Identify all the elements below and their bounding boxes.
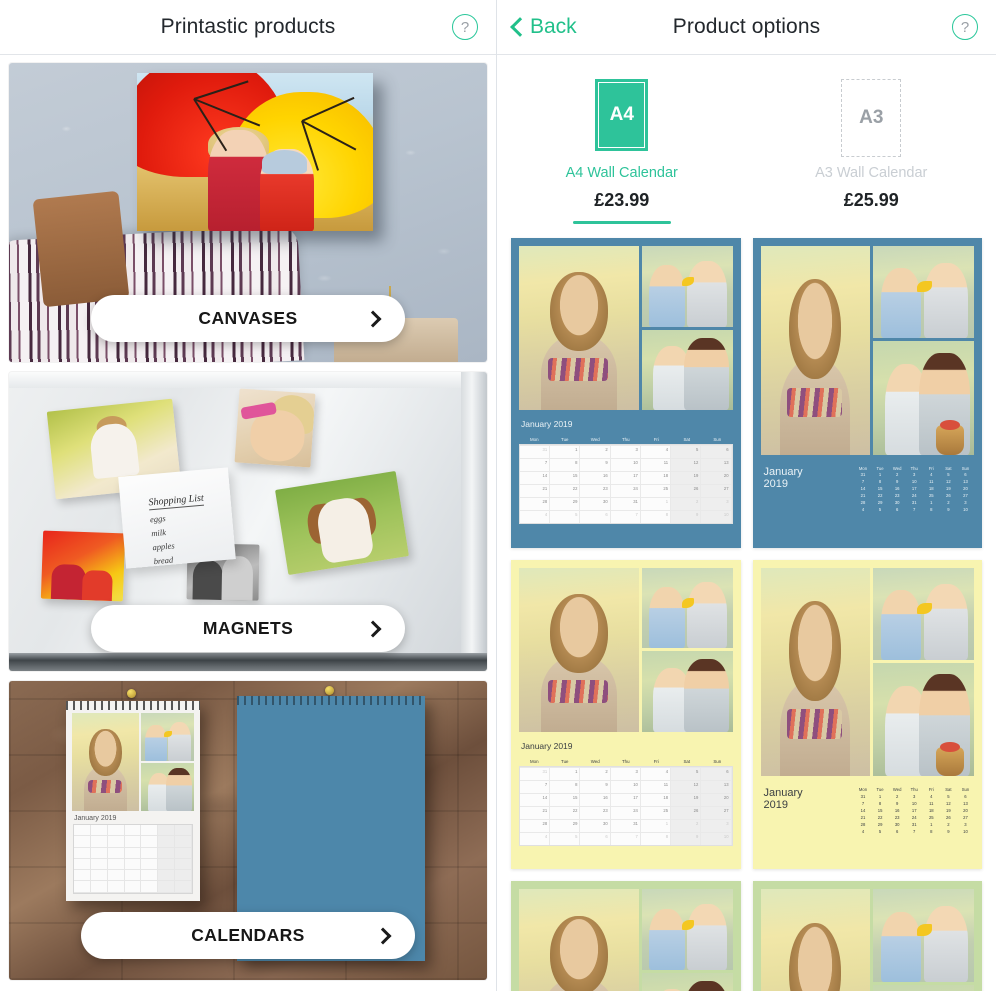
weekday-header: Mon [529,759,539,765]
weekday-header: Fri [653,759,659,765]
magnet-photo-2 [234,388,316,468]
chevron-right-icon [374,927,392,944]
weekday-header: Sat [683,437,691,443]
calendars-button-label: CALENDARS [191,925,305,945]
nail-graphic [325,686,334,695]
template-month-label: January [763,465,803,478]
template-thumbnail[interactable]: January 2019 Mon Tue Wed Thu Fri Sat Sun 31 1 2 3… [752,559,982,870]
a4-swatch: A4 [595,79,649,151]
product-card-magnets[interactable]: Shopping List eggs milk apples bread MAG… [9,372,487,671]
template-grid: January 2019 Mon Tue Wed Thu Fri Sat Sun… [497,238,996,991]
a3-swatch: A3 [841,79,902,157]
product-options-panel: Back Product options ? A4 A4 Wall Calend… [497,0,996,991]
selected-tab-indicator [572,220,671,224]
product-card-canvases[interactable]: CANVASES [9,63,487,362]
magnet-photo-4 [40,530,126,602]
sofa-cushion-graphic [32,190,130,307]
weekday-header: Tue [561,437,569,443]
calendars-button[interactable]: CALENDARS [81,912,415,959]
magnet-photo-3 [275,470,409,576]
app-root: Printastic products ? CANVASES Shopping … [0,0,996,991]
wall-calendar-white-graphic: January 2019 [66,701,200,901]
a3-option-name: A3 Wall Calendar [815,165,928,181]
template-thumbnail[interactable]: January 2019 [511,881,741,991]
products-list: CANVASES Shopping List eggs milk apples … [0,55,496,980]
size-option-a4[interactable]: A4 A4 Wall Calendar £23.99 [497,79,747,224]
weekday-header: Thu [621,759,630,765]
template-month-label: January 2019 [521,741,573,752]
template-month-grid: 31 1 2 3 4 5 6 7 8 9 10 11 12 13 14 15 16 17 18 19 20 21 22… [519,444,733,525]
template-month-label: January 2019 [521,419,573,430]
template-thumbnail[interactable]: January 2019 Mon Tue Wed Thu Fri Sat Sun… [511,238,741,548]
wall-calendar-month-label: January 2019 [74,815,117,822]
a4-option-price: £23.99 [594,190,650,210]
size-option-a3[interactable]: A3 A3 Wall Calendar £25.99 [747,79,996,211]
weekday-header: Wed [590,759,600,765]
weekday-header: Wed [590,437,600,443]
size-option-tabs: A4 A4 Wall Calendar £23.99 A3 A3 Wall Ca… [497,55,996,224]
template-thumbnail[interactable]: January 2019 Mon Tue Wed Thu Fri Sat Sun… [511,559,741,870]
weekday-header: Thu [621,437,630,443]
template-year-label: 2019 [763,799,788,812]
chevron-right-icon [364,310,382,327]
weekday-header: Tue [561,759,569,765]
template-thumbnail[interactable]: January 2019 [752,881,982,991]
product-card-calendars[interactable]: January 2019 January 20 [9,681,487,980]
options-header: Back Product options ? [497,0,996,55]
template-thumbnail[interactable]: January 2019 Mon Tue Wed Thu Fri Sat Sun 31 1 2 3… [752,238,982,548]
weekday-header: Sun [713,759,722,765]
weekday-header: Mon [529,437,539,443]
a4-option-name: A4 Wall Calendar [565,165,678,181]
template-year-label: 2019 [763,477,788,490]
weekday-header: Sat [683,759,691,765]
magnets-button-label: MAGNETS [202,618,294,638]
nail-graphic [127,689,136,698]
note-title: Shopping List [148,492,205,511]
products-panel: Printastic products ? CANVASES Shopping … [0,0,497,991]
help-icon[interactable]: ? [452,14,478,40]
canvases-button-label: CANVASES [198,308,298,328]
template-month-label: January [763,787,803,800]
weekday-header: Fri [653,437,659,443]
chevron-left-icon [511,17,524,38]
weekday-header: Sun [713,437,722,443]
template-month-grid: 31 1 2 3 4 5 6 7 8 9 10 11 12 13 14 15 16 17 18 19 20 21 22… [519,766,733,847]
canvas-print-graphic [137,73,373,231]
page-title: Printastic products [160,15,336,38]
back-button-label: Back [530,15,577,38]
products-header: Printastic products ? [0,0,496,55]
back-button[interactable]: Back [511,15,577,39]
help-icon[interactable]: ? [952,14,978,40]
a3-option-price: £25.99 [843,190,899,210]
magnets-button[interactable]: MAGNETS [91,605,405,652]
template-mini-grid: Mon Tue Wed Thu Fri Sat Sun 31 1 2 3 4 5 6 7 8 9 10 11 12… [858,465,970,513]
template-mini-grid: Mon Tue Wed Thu Fri Sat Sun 31 1 2 3 4 5 6 7 8 9 10 11 12… [858,787,970,834]
canvases-button[interactable]: CANVASES [91,295,405,342]
shopping-list-note: Shopping List eggs milk apples bread [118,467,236,569]
wall-calendar-grid [73,824,193,894]
chevron-right-icon [364,620,382,637]
